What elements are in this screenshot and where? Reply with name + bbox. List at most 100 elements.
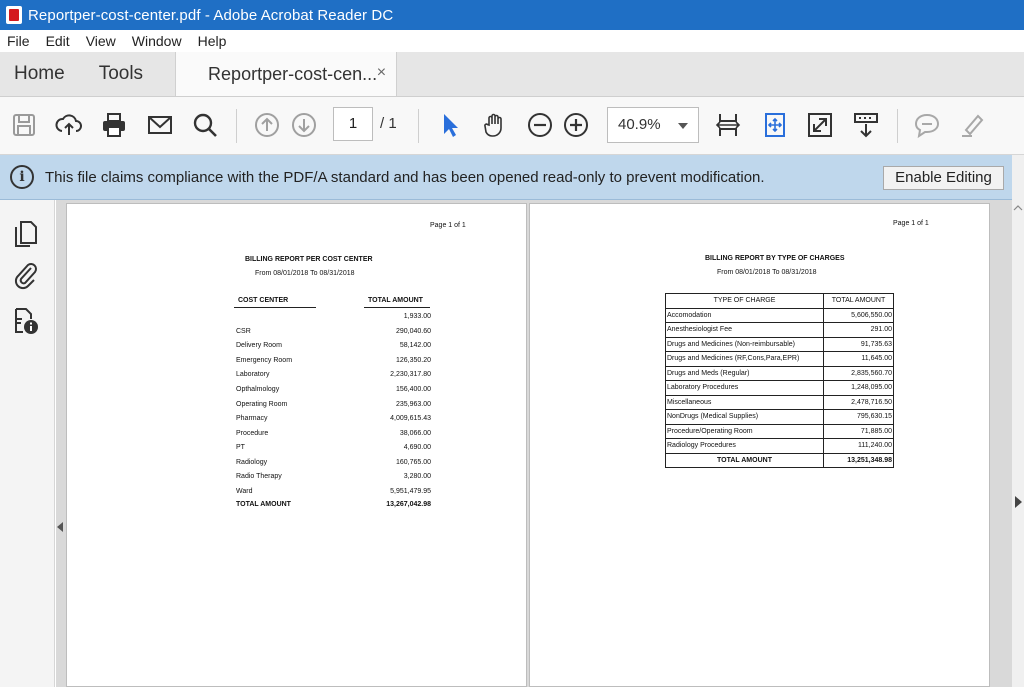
- row-label: Radiology Procedures: [665, 438, 824, 454]
- vertical-scrollbar[interactable]: [1012, 155, 1024, 687]
- row-label: Opthalmology: [236, 386, 280, 393]
- document-properties-icon[interactable]: [12, 306, 40, 336]
- row-label: Pharmacy: [236, 415, 268, 422]
- row-label: PT: [236, 444, 245, 451]
- report-title: BILLING REPORT BY TYPE OF CHARGES: [705, 255, 845, 262]
- row-value: 2,835,560.70: [823, 365, 894, 381]
- attachment-icon[interactable]: [12, 260, 40, 290]
- table-row: Pharmacy 4,009,615.43: [236, 415, 431, 425]
- row-label: CSR: [236, 328, 251, 335]
- table-row: Radiology Procedures 111,240.00: [665, 438, 894, 454]
- table-row: Laboratory 2,230,317.80: [236, 371, 431, 381]
- page-thumbnails-icon[interactable]: [12, 218, 40, 248]
- header-underline: [364, 307, 430, 308]
- menu-file[interactable]: File: [0, 33, 38, 49]
- row-value: 291.00: [823, 322, 894, 338]
- column-header-type-of-charge: TYPE OF CHARGE: [665, 293, 824, 309]
- cloud-upload-icon[interactable]: [55, 111, 83, 139]
- menu-view[interactable]: View: [78, 33, 124, 49]
- row-value: 1,933.00: [403, 313, 431, 320]
- row-value: 235,963.00: [395, 401, 431, 408]
- row-value: 2,230,317.80: [390, 371, 431, 378]
- row-label: Laboratory Procedures: [665, 380, 824, 396]
- next-page-icon[interactable]: [290, 111, 318, 139]
- row-value: 3,280.00: [403, 473, 431, 480]
- banner-message: This file claims compliance with the PDF…: [45, 168, 765, 186]
- report-title: BILLING REPORT PER COST CENTER: [245, 256, 373, 263]
- zoom-in-icon[interactable]: [562, 111, 590, 139]
- header-underline: [234, 307, 316, 308]
- total-value: 13,251,348.98: [823, 452, 894, 468]
- row-value: 160,765.00: [395, 459, 431, 466]
- table-row: Miscellaneous 2,478,716.50: [665, 394, 894, 410]
- row-label: Laboratory: [236, 371, 270, 378]
- tab-document[interactable]: Reportper-cost-cen... ×: [175, 52, 398, 96]
- pdf-page-1: Page 1 of 1 BILLING REPORT PER COST CENT…: [66, 203, 527, 687]
- table-row: Procedure 38,066.00: [236, 430, 431, 440]
- table-row: Laboratory Procedures 1,248,095.00: [665, 380, 894, 396]
- search-icon[interactable]: [191, 111, 219, 139]
- tab-tools[interactable]: Tools: [79, 52, 169, 96]
- expand-right-panel-icon[interactable]: [1015, 496, 1022, 508]
- tab-home[interactable]: Home: [0, 52, 79, 96]
- row-label: Procedure/Operating Room: [665, 423, 824, 439]
- table-row: Radio Therapy 3,280.00: [236, 473, 431, 483]
- table-row: Radiology 160,765.00: [236, 459, 431, 469]
- comment-icon[interactable]: [913, 111, 941, 139]
- page-number-input[interactable]: 1: [333, 107, 373, 141]
- table-row: Accomodation 5,606,550.00: [665, 307, 894, 323]
- email-icon[interactable]: [146, 111, 174, 139]
- table-row: NonDrugs (Medical Supplies) 795,630.15: [665, 409, 894, 425]
- menu-help[interactable]: Help: [190, 33, 235, 49]
- full-screen-icon[interactable]: [806, 111, 834, 139]
- table-row: Drugs and Medicines (RF,Cons,Para,EPR) 11…: [665, 351, 894, 367]
- save-icon[interactable]: [10, 111, 38, 139]
- scrolling-mode-icon[interactable]: [852, 111, 880, 139]
- charges-table: TYPE OF CHARGE TOTAL AMOUNT Accomodation…: [665, 293, 894, 468]
- table-row: PT 4,690.00: [236, 444, 431, 454]
- title-bar: Reportper-cost-center.pdf - Adobe Acroba…: [0, 0, 1024, 30]
- read-only-banner: i This file claims compliance with the P…: [0, 155, 1012, 200]
- table-row: CSR 290,040.60: [236, 328, 431, 338]
- tab-bar: Home Tools Reportper-cost-cen... ×: [0, 52, 1024, 97]
- total-row: TOTAL AMOUNT 13,251,348.98: [665, 452, 894, 468]
- hand-tool-icon[interactable]: [481, 111, 509, 139]
- row-label: Anesthesiologist Fee: [665, 322, 824, 338]
- zoom-select[interactable]: 40.9%: [607, 107, 699, 143]
- pdf-page-2: Page 1 of 1 BILLING REPORT BY TYPE OF CH…: [529, 203, 990, 687]
- table-row: Drugs and Meds (Regular) 2,835,560.70: [665, 365, 894, 381]
- collapse-left-panel-icon[interactable]: [57, 522, 63, 532]
- page-number-label: Page 1 of 1: [430, 222, 466, 229]
- menu-window[interactable]: Window: [124, 33, 190, 49]
- row-value: 38,066.00: [399, 430, 431, 437]
- row-value: 5,606,550.00: [823, 307, 894, 323]
- row-value: 795,630.15: [823, 409, 894, 425]
- row-label: Radiology: [236, 459, 268, 466]
- total-value: 13,267,042.98: [386, 501, 431, 508]
- menu-edit[interactable]: Edit: [38, 33, 78, 49]
- previous-page-icon[interactable]: [253, 111, 281, 139]
- column-header-cost-center: COST CENTER: [238, 297, 289, 304]
- page-number-label: Page 1 of 1: [893, 220, 929, 227]
- enable-editing-button[interactable]: Enable Editing: [883, 166, 1004, 190]
- close-tab-icon[interactable]: ×: [377, 64, 386, 82]
- fit-width-icon[interactable]: [714, 111, 742, 139]
- print-icon[interactable]: [100, 111, 128, 139]
- row-label: NonDrugs (Medical Supplies): [665, 409, 824, 425]
- scroll-up-icon[interactable]: [1013, 203, 1023, 213]
- highlight-pen-icon[interactable]: [958, 111, 986, 139]
- page-total-label: / 1: [380, 115, 397, 132]
- fit-page-icon[interactable]: [761, 111, 789, 139]
- row-value: 4,690.00: [403, 444, 431, 451]
- select-tool-icon[interactable]: [436, 111, 464, 139]
- zoom-out-icon[interactable]: [526, 111, 554, 139]
- row-value: 58,142.00: [399, 342, 431, 349]
- zoom-value: 40.9%: [618, 116, 661, 133]
- chevron-down-icon: [678, 123, 688, 129]
- row-value: 126,350.20: [395, 357, 431, 364]
- row-label: Emergency Room: [236, 357, 293, 364]
- row-label: Miscellaneous: [665, 394, 824, 410]
- row-label: Drugs and Meds (Regular): [665, 365, 824, 381]
- report-date-range: From 08/01/2018 To 08/31/2018: [255, 270, 355, 277]
- row-label: Operating Room: [236, 401, 288, 408]
